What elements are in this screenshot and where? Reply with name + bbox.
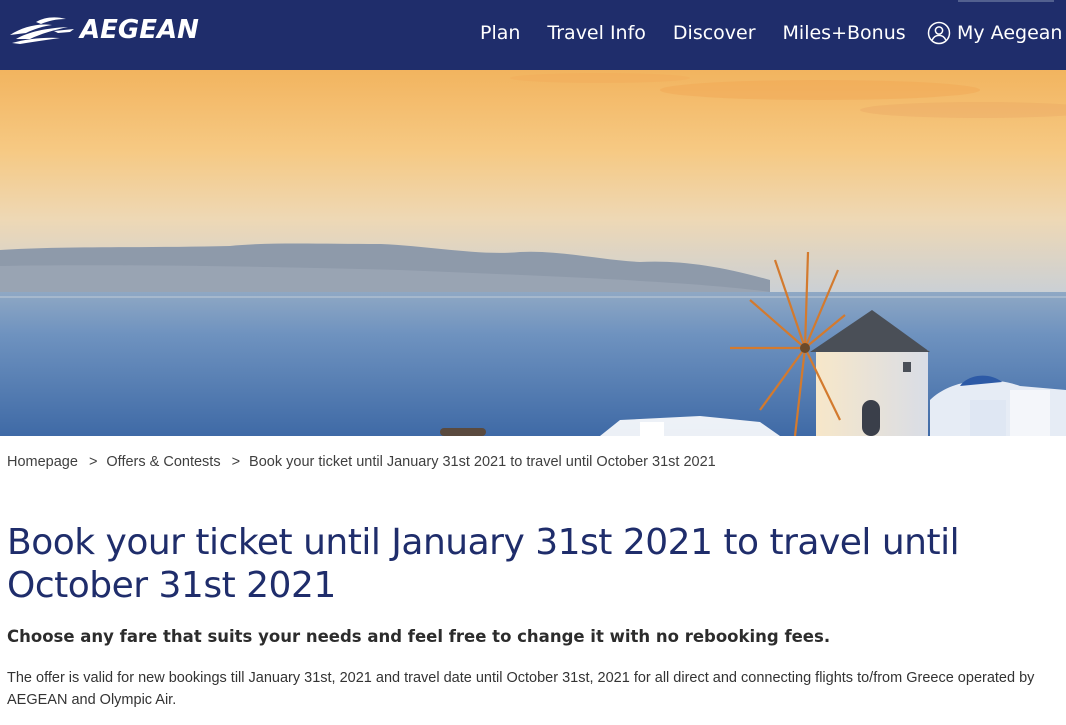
breadcrumb-separator: > [88, 454, 98, 470]
account-label: My Aegean [957, 22, 1063, 44]
nav-miles-bonus[interactable]: Miles+Bonus [783, 20, 906, 46]
user-icon [927, 21, 951, 45]
page-subtitle: Choose any fare that suits your needs an… [7, 627, 831, 646]
nav-discover[interactable]: Discover [673, 20, 756, 46]
breadcrumb-current-page: Book your ticket until January 31st 2021… [249, 454, 716, 470]
breadcrumb-separator: > [231, 454, 241, 470]
nav-plan[interactable]: Plan [480, 20, 520, 46]
hero-banner [0, 70, 1066, 436]
nav-travel-info[interactable]: Travel Info [547, 20, 645, 46]
breadcrumb-offers-contests[interactable]: Offers & Contests [106, 454, 220, 470]
my-aegean-link[interactable]: My Aegean [927, 19, 1062, 47]
main-nav: Plan Travel Info Discover Miles+Bonus [480, 20, 906, 46]
breadcrumb-homepage[interactable]: Homepage [7, 454, 78, 470]
page-title: Book your ticket until January 31st 2021… [7, 522, 960, 606]
header-top-line [958, 0, 1054, 2]
site-header: AEGEAN Plan Travel Info Discover Miles+B… [0, 0, 1066, 70]
logo-text: AEGEAN [80, 15, 199, 45]
hero-santorini-image [0, 70, 1066, 436]
offer-description: The offer is valid for new bookings till… [7, 670, 1035, 708]
aegean-logo[interactable]: AEGEAN [8, 10, 199, 50]
breadcrumb: Homepage > Offers & Contests > Book your… [7, 452, 716, 472]
aegean-bird-logo-icon [10, 17, 74, 44]
